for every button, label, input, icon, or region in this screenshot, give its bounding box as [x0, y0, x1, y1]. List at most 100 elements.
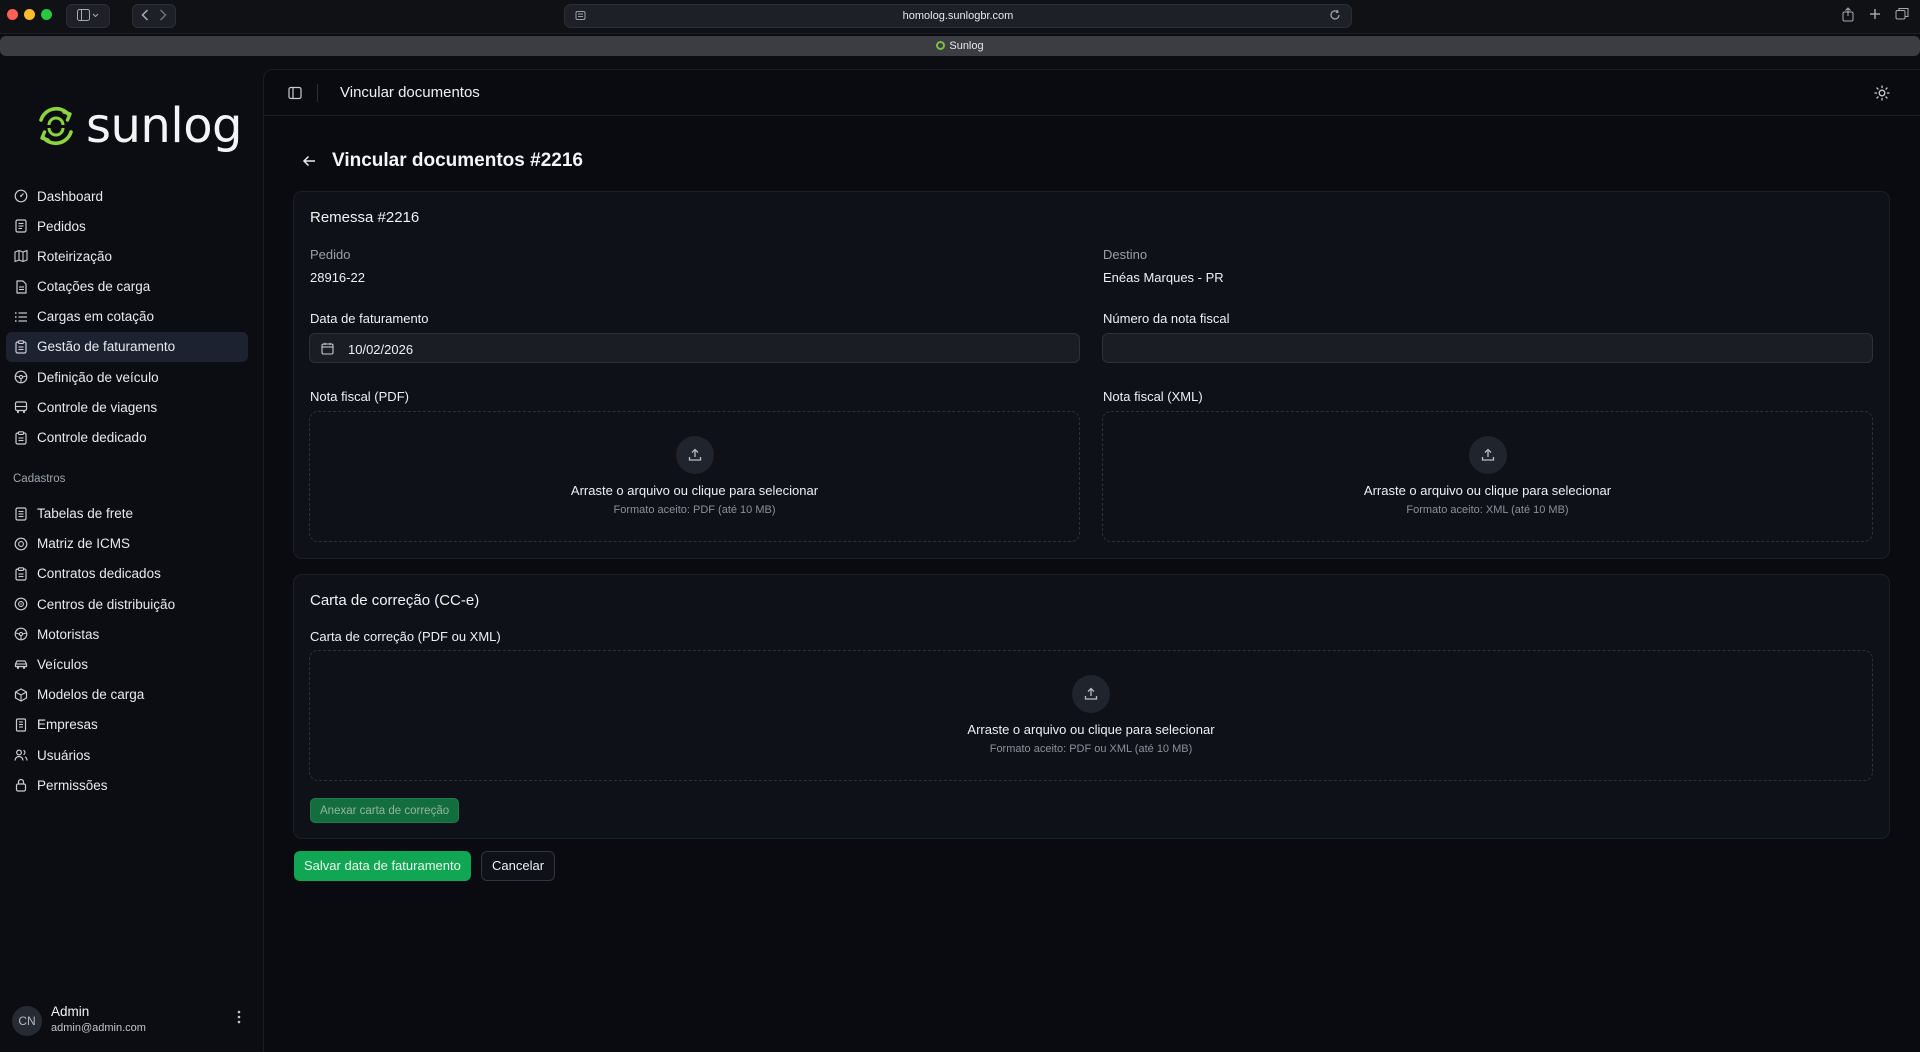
sidebar-item-contratos-dedicados[interactable]: Contratos dedicados: [6, 559, 248, 589]
new-tab-icon[interactable]: [1869, 7, 1881, 23]
back-arrow-icon[interactable]: [302, 154, 316, 172]
sunlog-logo[interactable]: sunlog: [34, 98, 243, 154]
sidebar-item-label: Roteirização: [37, 248, 113, 264]
sidebar-item-label: Matriz de ICMS: [37, 536, 131, 552]
cadastros-section-label: Cadastros: [13, 472, 66, 485]
dashboard-icon: [14, 189, 28, 203]
lock-icon: [14, 778, 28, 792]
sidebar-item-motoristas[interactable]: Motoristas: [6, 619, 248, 649]
carta-correcao-label: Carta de correção (PDF ou XML): [310, 629, 501, 644]
sidebar-item-pedidos[interactable]: Pedidos: [6, 211, 248, 241]
user-email: admin@admin.com: [51, 1022, 146, 1034]
dropzone-format: Formato aceito: XML (até 10 MB): [1406, 504, 1569, 516]
dropzone-instruction: Arraste o arquivo ou clique para selecio…: [570, 483, 819, 498]
save-billing-date-button[interactable]: Salvar data de faturamento: [294, 851, 471, 881]
nota-pdf-dropzone[interactable]: Arraste o arquivo ou clique para selecio…: [309, 411, 1080, 542]
document-icon: [14, 279, 28, 294]
back-icon[interactable]: [141, 8, 149, 24]
page-header: Vincular documentos: [264, 70, 1920, 116]
steering-wheel-icon: [14, 627, 28, 641]
sidebar-item-modelos-de-carga[interactable]: Modelos de carga: [6, 680, 248, 710]
carta-correcao-dropzone[interactable]: Arraste o arquivo ou clique para selecio…: [309, 650, 1873, 781]
bus-icon: [14, 400, 28, 414]
data-faturamento-input[interactable]: 10/02/2026: [309, 333, 1080, 363]
sidebar-item-label: Permissões: [37, 777, 108, 793]
sidebar-item-permissoes[interactable]: Permissões: [6, 770, 248, 800]
sidebar-item-gestao-de-faturamento[interactable]: Gestão de faturamento: [6, 331, 248, 362]
sidebar-item-dashboard[interactable]: Dashboard: [6, 181, 248, 211]
sidebar-item-empresas[interactable]: Empresas: [6, 710, 248, 740]
sidebar-item-usuarios[interactable]: Usuários: [6, 740, 248, 770]
sun-icon[interactable]: [1874, 85, 1890, 101]
orders-icon: [14, 219, 28, 233]
address-bar[interactable]: homolog.sunlogbr.com: [564, 4, 1352, 28]
sidebar-item-controle-de-viagens[interactable]: Controle de viagens: [6, 392, 248, 422]
sidebar-item-label: Empresas: [37, 717, 98, 733]
upload-icon: [675, 436, 714, 474]
sidebar-item-controle-dedicado[interactable]: Controle dedicado: [6, 423, 248, 453]
sidebar-toggle-icon[interactable]: [288, 86, 302, 100]
destino-label: Destino: [1103, 247, 1148, 262]
pedido-value: 28916-22: [310, 270, 365, 285]
destino-value: Enéas Marques - PR: [1103, 270, 1224, 285]
sidebar-item-matriz-de-icms[interactable]: Matriz de ICMS: [6, 529, 248, 559]
sidebar: sunlog Dashboard Pedidos Roteirização Co…: [0, 58, 262, 1052]
list-icon: [14, 310, 28, 324]
box-icon: [14, 688, 28, 702]
header-divider: [317, 84, 318, 102]
sidebar-item-veiculos[interactable]: Veículos: [6, 649, 248, 679]
sidebar-item-label: Veículos: [37, 656, 89, 672]
minimize-window-button[interactable]: [24, 9, 35, 20]
map-icon: [14, 249, 28, 263]
share-icon[interactable]: [1842, 7, 1854, 25]
browser-sidebar-toggle-button[interactable]: [66, 4, 110, 28]
dropzone-format: Formato aceito: PDF ou XML (até 10 MB): [989, 743, 1193, 755]
tab-overview-icon[interactable]: [1895, 7, 1909, 23]
url-text: homolog.sunlogbr.com: [902, 10, 1014, 22]
numero-nota-label: Número da nota fiscal: [1103, 311, 1230, 326]
table-icon: [14, 506, 28, 521]
sidebar-item-label: Dashboard: [37, 188, 104, 204]
avatar: CN: [12, 1006, 42, 1036]
steering-wheel-icon: [14, 370, 28, 384]
user-name: Admin: [51, 1004, 90, 1019]
sidebar-item-label: Motoristas: [37, 626, 100, 642]
data-faturamento-value: 10/02/2026: [348, 342, 414, 357]
sunlog-logo-icon: [39, 106, 73, 146]
more-vertical-icon[interactable]: [234, 1010, 244, 1029]
attach-carta-button[interactable]: Anexar carta de correção: [310, 798, 460, 823]
nota-pdf-label: Nota fiscal (PDF): [310, 389, 409, 404]
users-icon: [14, 748, 28, 762]
sidebar-item-label: Controle de viagens: [37, 399, 158, 415]
sidebar-item-cargas-em-cotacao[interactable]: Cargas em cotação: [6, 302, 248, 332]
sidebar-item-cotacoes-de-carga[interactable]: Cotações de carga: [6, 272, 248, 302]
zoom-window-button[interactable]: [41, 9, 52, 20]
close-window-button[interactable]: [7, 9, 18, 20]
sidebar-item-label: Usuários: [37, 747, 91, 763]
sidebar-item-roteirizacao[interactable]: Roteirização: [6, 241, 248, 271]
sidebar-nav: Dashboard Pedidos Roteirização Cotações …: [6, 181, 248, 800]
sidebar-item-label: Modelos de carga: [37, 687, 145, 703]
numero-nota-input[interactable]: [1102, 333, 1873, 363]
user-profile[interactable]: CN Admin admin@admin.com: [12, 1002, 244, 1038]
forward-icon[interactable]: [159, 8, 167, 24]
browser-tab[interactable]: Sunlog: [0, 36, 1920, 56]
location-icon: [14, 597, 28, 611]
dropzone-instruction: Arraste o arquivo ou clique para selecio…: [1363, 483, 1612, 498]
history-navigation: [132, 4, 176, 28]
nota-xml-dropzone[interactable]: Arraste o arquivo ou clique para selecio…: [1102, 411, 1873, 542]
browser-toolbar: homolog.sunlogbr.com: [0, 0, 1920, 34]
sidebar-item-label: Centros de distribuição: [37, 596, 176, 612]
cancel-button[interactable]: Cancelar: [481, 851, 556, 881]
reload-icon[interactable]: [1329, 9, 1341, 24]
sidebar-item-definicao-de-veiculo[interactable]: Definição de veículo: [6, 362, 248, 392]
main-content: Vincular documentos Vincular documentos …: [263, 69, 1920, 1052]
dropzone-format: Formato aceito: PDF (até 10 MB): [613, 504, 776, 516]
logo-wordmark: sunlog: [86, 98, 243, 154]
sidebar-item-label: Contratos dedicados: [37, 566, 161, 582]
sidebar-item-tabelas-de-frete[interactable]: Tabelas de frete: [6, 499, 248, 529]
clipboard-icon: [14, 430, 28, 445]
sidebar-item-centros-de-distribuicao[interactable]: Centros de distribuição: [6, 589, 248, 619]
upload-icon: [1468, 436, 1507, 474]
carta-correcao-title: Carta de correção (CC-e): [310, 592, 480, 609]
